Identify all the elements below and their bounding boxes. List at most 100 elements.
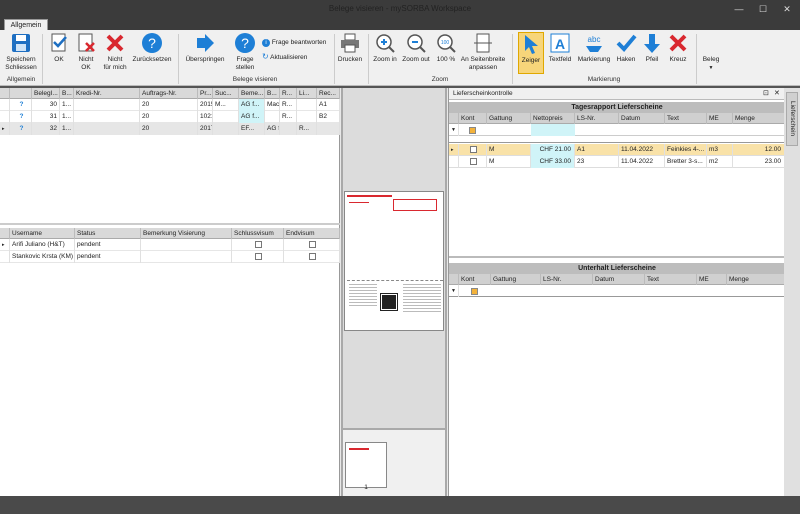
zoom-out-button[interactable]: Zoom out (402, 32, 430, 64)
checkbox[interactable] (470, 145, 477, 153)
ok-button[interactable]: OK (48, 32, 70, 64)
end-visa-cell[interactable] (284, 251, 340, 263)
page-thumbnail[interactable] (345, 442, 387, 488)
remark-cell[interactable] (141, 251, 232, 263)
column-header[interactable]: Endvisum (284, 228, 340, 239)
column-header[interactable]: ME (707, 113, 733, 124)
table-row[interactable]: Stankovic Krsta (KM) pendent (0, 251, 340, 263)
checkbox[interactable] (309, 252, 316, 260)
end-visa-cell[interactable] (284, 239, 340, 251)
column-header[interactable]: Li... (297, 88, 317, 99)
table-row[interactable]: ?301... 202015001M...AG f...Mac ...R... A1 (0, 99, 340, 111)
filter-icon: ▼ (449, 285, 459, 297)
reset-button[interactable]: ? Zurücksetzen (130, 32, 174, 64)
column-header[interactable]: Nettopreis (531, 113, 575, 124)
checkbox[interactable] (255, 252, 262, 260)
refresh-icon: ↻ (262, 52, 269, 61)
pin-icon[interactable]: ⊡ (763, 89, 769, 97)
marking-tool-button[interactable]: abc Markierung (576, 32, 612, 64)
print-button[interactable]: Drucken (336, 32, 364, 64)
column-header[interactable]: R... (280, 88, 297, 99)
table-row[interactable]: ▸ Arifi Juliano (H&T) pendent (0, 239, 340, 251)
document-page[interactable] (344, 191, 444, 331)
not-ok-button[interactable]: Nicht OK (74, 32, 98, 72)
column-header[interactable]: Kont (459, 113, 487, 124)
table-cell: 2015001 (198, 99, 213, 111)
column-header[interactable]: ME (697, 274, 727, 285)
column-header[interactable]: Bemerkung Visierung (141, 228, 232, 239)
question-circle-icon: ? (142, 33, 162, 53)
textfield-tool-button[interactable]: A Textfeld (546, 32, 574, 64)
close-window-button[interactable]: ✕ (776, 0, 798, 18)
column-header[interactable]: Username (10, 228, 75, 239)
column-header[interactable]: Schlussvisum (232, 228, 284, 239)
column-header[interactable]: Gattung (491, 274, 541, 285)
table-cell: EF... (239, 123, 265, 135)
kont-cell[interactable] (459, 156, 487, 168)
table-cell: AG f... (265, 123, 280, 135)
column-header[interactable]: LS-Nr. (575, 113, 619, 124)
skip-arrow-icon (197, 34, 214, 52)
table-row[interactable]: M CHF 33.00 23 11.04.2022 Bretter 3-s... m2 23… (449, 156, 785, 168)
pointer-tool-button[interactable]: Zeiger (518, 32, 544, 74)
table-row[interactable]: ?311... 201021, 1120... AG f... R... B2 (0, 111, 340, 123)
column-header[interactable]: Auftrags-Nr. (140, 88, 198, 99)
column-header[interactable]: B... (60, 88, 74, 99)
maximize-button[interactable]: ☐ (752, 0, 774, 18)
ask-question-button[interactable]: ? Frage stellen (232, 32, 258, 72)
beleg-dropdown[interactable]: Beleg ▼ (700, 56, 722, 72)
table-cell: A1 (575, 144, 619, 156)
not-for-me-button[interactable]: Nicht für mich (102, 32, 128, 72)
skip-button[interactable]: Überspringen (184, 32, 226, 64)
filter-checkbox[interactable] (471, 288, 478, 295)
kont-cell[interactable] (459, 144, 487, 156)
column-header[interactable]: Beme... (239, 88, 265, 99)
column-header[interactable]: Text (665, 113, 707, 124)
close-icon[interactable]: ✕ (774, 89, 780, 97)
zoom-in-button[interactable]: Zoom in (372, 32, 398, 64)
reject-document-icon (78, 33, 95, 52)
column-header[interactable]: Gattung (487, 113, 531, 124)
save-close-button[interactable]: Speichern Schliessen (4, 32, 38, 72)
table-cell: 1... (60, 123, 74, 135)
column-header[interactable]: Suc... (213, 88, 239, 99)
column-header[interactable]: Menge (733, 113, 785, 124)
column-header[interactable]: Text (645, 274, 697, 285)
check-tool-button[interactable]: Haken (614, 32, 638, 64)
cross-tool-button[interactable]: Kreuz (666, 32, 690, 64)
column-header[interactable]: Datum (593, 274, 645, 285)
marking-label: Markierung (577, 56, 611, 63)
side-tab-lieferschein[interactable]: Lieferschein (786, 92, 798, 146)
filter-checkbox[interactable] (469, 127, 476, 134)
minimize-button[interactable]: — (728, 0, 750, 18)
checkbox[interactable] (255, 240, 262, 248)
ribbon-separator (178, 34, 179, 84)
preview-area[interactable] (343, 88, 445, 428)
table-cell: 1021, 1120... (198, 111, 213, 123)
arrow-tool-button[interactable]: Pfeil (640, 32, 664, 64)
column-header[interactable]: BelegI... (32, 88, 60, 99)
column-header[interactable]: Menge (727, 274, 785, 285)
zoom-100-button[interactable]: 100 100 % (434, 32, 458, 64)
final-visa-cell[interactable] (232, 239, 284, 251)
answer-question-button[interactable]: i Frage beantworten (262, 38, 334, 47)
fit-width-button[interactable]: An Seitenbreite anpassen (460, 32, 506, 72)
refresh-button[interactable]: ↻ Aktualisieren (262, 52, 334, 62)
column-header[interactable]: Datum (619, 113, 665, 124)
splitter[interactable] (0, 223, 340, 225)
final-visa-cell[interactable] (232, 251, 284, 263)
checkbox[interactable] (470, 157, 477, 165)
filter-cell-nettopreis[interactable] (531, 124, 575, 136)
column-header[interactable]: Kont (459, 274, 491, 285)
column-header[interactable]: Rec... (317, 88, 340, 99)
column-header[interactable]: Status (75, 228, 141, 239)
column-header[interactable]: Kredi-Nr. (74, 88, 140, 99)
checkbox[interactable] (309, 240, 316, 248)
column-header[interactable]: B... (265, 88, 280, 99)
column-header[interactable]: Pr... (198, 88, 213, 99)
remark-cell[interactable] (141, 239, 232, 251)
table-row[interactable]: ▸ M CHF 21.00 A1 11.04.2022 Feinkies 4-... m3 1… (449, 144, 785, 156)
splitter[interactable] (449, 256, 785, 258)
table-row[interactable]: ▸?321... 202017009 EF...AG f... R... (0, 123, 340, 135)
column-header[interactable]: LS-Nr. (541, 274, 593, 285)
